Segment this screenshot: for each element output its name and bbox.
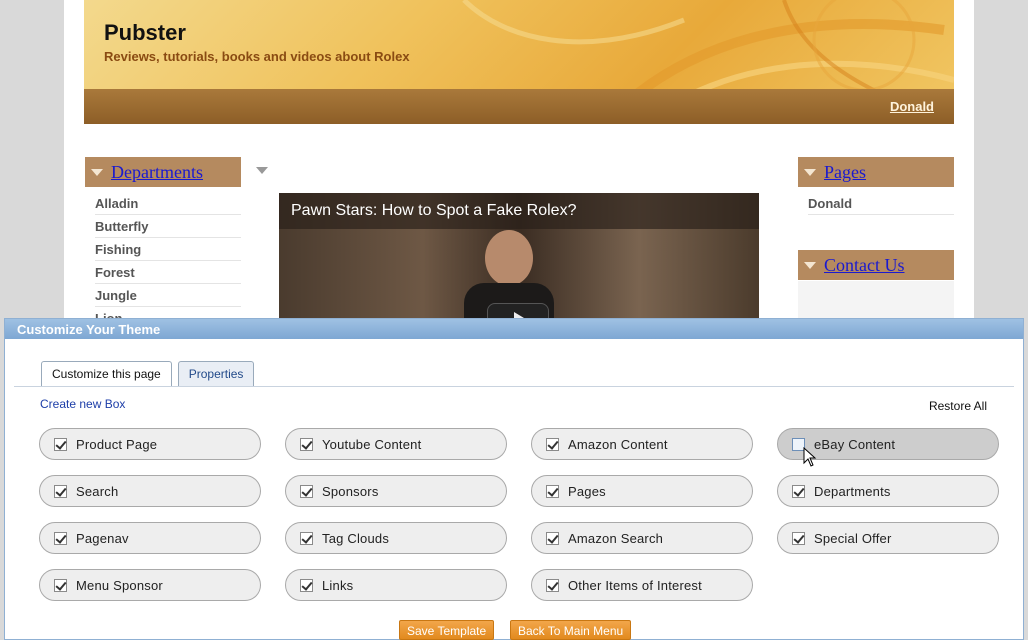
banner-bar: Donald <box>84 89 954 124</box>
option-departments[interactable]: Departments <box>777 475 999 507</box>
option-amazon-search[interactable]: Amazon Search <box>531 522 753 554</box>
option-checkbox[interactable] <box>300 437 313 451</box>
user-link[interactable]: Donald <box>890 99 934 114</box>
pages-title[interactable]: Pages <box>824 162 866 183</box>
option-checkbox[interactable] <box>546 484 559 498</box>
collapse-icon[interactable] <box>91 168 103 176</box>
site-tagline: Reviews, tutorials, books and videos abo… <box>104 49 410 64</box>
site-title: Pubster <box>104 20 186 45</box>
option-checkbox[interactable] <box>54 437 67 451</box>
back-to-main-menu-button[interactable]: Back To Main Menu <box>510 620 632 640</box>
video-player[interactable]: Pawn Stars: How to Spot a Fake Rolex? <box>279 193 759 330</box>
option-label: Product Page <box>76 436 158 452</box>
tab-properties[interactable]: Properties <box>177 361 255 386</box>
option-label: Special Offer <box>814 530 892 546</box>
option-checkbox[interactable] <box>792 531 805 545</box>
department-item[interactable]: Butterfly <box>95 219 241 238</box>
contact-box-header[interactable]: Contact Us <box>798 250 954 280</box>
option-tag-clouds[interactable]: Tag Clouds <box>285 522 507 554</box>
option-label: Amazon Content <box>568 436 668 452</box>
restore-all-link[interactable]: Restore All <box>929 399 987 413</box>
option-sponsors[interactable]: Sponsors <box>285 475 507 507</box>
option-links[interactable]: Links <box>285 569 507 601</box>
option-label: Departments <box>814 483 891 499</box>
option-label: Search <box>76 483 119 499</box>
contact-box-body <box>798 281 954 318</box>
option-label: Other Items of Interest <box>568 577 702 593</box>
mouse-cursor-icon <box>803 447 817 467</box>
option-label: Amazon Search <box>568 530 664 546</box>
department-item[interactable]: Forest <box>95 265 241 284</box>
tab-customize-this-page[interactable]: Customize this page <box>41 361 172 387</box>
panel-title: Customize Your Theme <box>5 319 1023 339</box>
option-label: Links <box>322 577 354 593</box>
option-other-items-of-interest[interactable]: Other Items of Interest <box>531 569 753 601</box>
departments-title[interactable]: Departments <box>111 162 203 183</box>
option-checkbox[interactable] <box>54 578 67 592</box>
video-title-bar: Pawn Stars: How to Spot a Fake Rolex? <box>279 193 759 229</box>
video-title[interactable]: Pawn Stars: How to Spot a Fake Rolex? <box>291 202 576 220</box>
save-template-button[interactable]: Save Template <box>399 620 495 640</box>
create-new-box-link[interactable]: Create new Box <box>40 397 125 411</box>
main-collapse-icon[interactable] <box>256 167 268 174</box>
option-amazon-content[interactable]: Amazon Content <box>531 428 753 460</box>
option-label: Youtube Content <box>322 436 422 452</box>
option-checkbox[interactable] <box>792 484 805 498</box>
option-checkbox[interactable] <box>54 531 67 545</box>
collapse-icon[interactable] <box>804 168 816 176</box>
option-checkbox[interactable] <box>300 484 313 498</box>
department-item[interactable]: Jungle <box>95 288 241 307</box>
option-label: Pages <box>568 483 606 499</box>
option-checkbox[interactable] <box>546 437 559 451</box>
option-checkbox[interactable] <box>300 578 313 592</box>
option-checkbox[interactable] <box>546 578 559 592</box>
option-product-page[interactable]: Product Page <box>39 428 261 460</box>
option-menu-sponsor[interactable]: Menu Sponsor <box>39 569 261 601</box>
option-label: Sponsors <box>322 483 379 499</box>
option-youtube-content[interactable]: Youtube Content <box>285 428 507 460</box>
option-checkbox[interactable] <box>546 531 559 545</box>
department-item[interactable]: Fishing <box>95 242 241 261</box>
option-special-offer[interactable]: Special Offer <box>777 522 999 554</box>
option-label: Tag Clouds <box>322 530 390 546</box>
option-label: Menu Sponsor <box>76 577 163 593</box>
option-checkbox[interactable] <box>54 484 67 498</box>
page-item[interactable]: Donald <box>808 196 954 215</box>
option-pagenav[interactable]: Pagenav <box>39 522 261 554</box>
option-pages[interactable]: Pages <box>531 475 753 507</box>
collapse-icon[interactable] <box>804 261 816 269</box>
option-label: eBay Content <box>814 436 896 452</box>
pages-box-header[interactable]: Pages <box>798 157 954 187</box>
department-item[interactable]: Alladin <box>95 196 241 215</box>
panel-tabs: Customize this page Properties <box>41 361 255 387</box>
contact-title[interactable]: Contact Us <box>824 255 905 276</box>
option-checkbox[interactable] <box>300 531 313 545</box>
site-banner: Pubster Reviews, tutorials, books and vi… <box>84 0 954 124</box>
option-label: Pagenav <box>76 530 129 546</box>
option-search[interactable]: Search <box>39 475 261 507</box>
departments-box-header[interactable]: Departments <box>85 157 241 187</box>
